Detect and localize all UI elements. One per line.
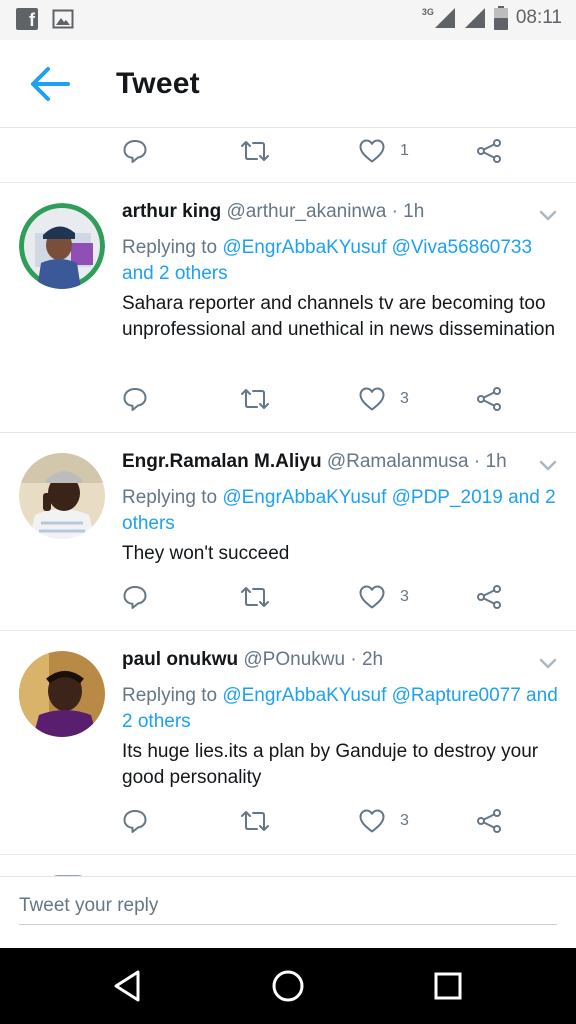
like-count: 3 — [400, 812, 409, 829]
replying-to: Replying to @EngrAbbaKYusuf @Viva5686073… — [122, 235, 562, 287]
app-header: Tweet — [0, 40, 576, 128]
author-name[interactable]: Engr.Ramalan M.Aliyu — [122, 451, 322, 472]
heart-icon — [359, 585, 385, 609]
reply-button[interactable] — [122, 801, 148, 841]
gallery-notification-icon — [52, 9, 74, 29]
replying-to: Replying to @EngrAbbaKYusuf @PDP_2019 an… — [122, 485, 562, 537]
share-button[interactable] — [476, 801, 502, 841]
avatar[interactable] — [19, 453, 105, 539]
like-button[interactable]: 3 — [358, 577, 409, 617]
reply-timeline[interactable]: 1 arthur king @arthur_akaninwa · 1h Repl… — [0, 129, 576, 876]
retweet-button[interactable] — [240, 801, 270, 841]
tweet-actions: 1 — [122, 131, 512, 171]
status-bar: f 3G 08:11 — [0, 0, 576, 40]
share-icon — [477, 585, 501, 609]
tweet-actions: 3 — [122, 577, 512, 617]
share-icon — [477, 139, 501, 163]
share-button[interactable] — [476, 131, 502, 171]
tweet-actions: 3 — [122, 379, 512, 419]
arrow-left-icon — [31, 67, 70, 101]
tweet-actions: 3 — [122, 801, 512, 841]
share-icon — [477, 809, 501, 833]
retweet-icon — [241, 141, 269, 161]
signal-strength-icon — [464, 8, 485, 28]
retweet-icon — [241, 811, 269, 831]
reply-input[interactable] — [19, 893, 557, 925]
chevron-down-icon[interactable] — [538, 657, 558, 671]
tweet-time: · 2h — [350, 649, 384, 670]
like-count: 3 — [400, 390, 409, 407]
replying-to-label: Replying to — [122, 685, 223, 706]
reply-icon — [123, 388, 147, 411]
reply-tweet[interactable]: arthur king @arthur_akaninwa · 1h Replyi… — [0, 182, 576, 432]
author-handle[interactable]: @POnukwu — [243, 649, 345, 670]
tweet-header: Engr.Ramalan M.Aliyu @Ramalanmusa · 1h — [122, 451, 507, 473]
retweet-icon — [241, 389, 269, 409]
page-title: Tweet — [116, 67, 200, 100]
network-type-label: 3G — [421, 7, 434, 17]
tweet-text: Its huge lies.its a plan by Ganduje to d… — [122, 741, 539, 788]
nav-home-icon[interactable] — [268, 966, 308, 1006]
like-count: 3 — [400, 588, 409, 605]
share-icon — [477, 387, 501, 411]
retweet-button[interactable] — [240, 379, 270, 419]
tweet-header: arthur king @arthur_akaninwa · 1h — [122, 201, 424, 223]
nav-back-icon[interactable] — [108, 966, 148, 1006]
reply-tweet[interactable]: paul onukwu @POnukwu · 2h Replying to @E… — [0, 630, 576, 854]
reply-composer — [0, 876, 576, 948]
clock: 08:11 — [515, 7, 562, 28]
reply-tweet-partial[interactable] — [0, 854, 576, 876]
avatar[interactable] — [19, 203, 105, 289]
like-button[interactable]: 3 — [358, 801, 409, 841]
heart-icon — [359, 139, 385, 163]
retweet-button[interactable] — [240, 131, 270, 171]
reply-tweet[interactable]: Engr.Ramalan M.Aliyu @Ramalanmusa · 1h R… — [0, 432, 576, 630]
avatar[interactable] — [19, 651, 105, 737]
replying-to: Replying to @EngrAbbaKYusuf @Rapture0077… — [122, 683, 562, 735]
like-button[interactable]: 1 — [358, 131, 409, 171]
author-name[interactable]: arthur king — [122, 201, 221, 222]
heart-icon — [359, 809, 385, 833]
share-button[interactable] — [476, 577, 502, 617]
author-handle[interactable]: @arthur_akaninwa — [227, 201, 387, 222]
replying-to-label: Replying to — [122, 487, 223, 508]
replying-to-label: Replying to — [122, 237, 223, 258]
share-button[interactable] — [476, 379, 502, 419]
tweet-time: · 1h — [391, 201, 425, 222]
retweet-icon — [241, 587, 269, 607]
tweet-header: paul onukwu @POnukwu · 2h — [122, 649, 383, 671]
reply-button[interactable] — [122, 379, 148, 419]
tweet-text: Sahara reporter and channels tv are beco… — [122, 293, 556, 340]
like-count: 1 — [400, 142, 409, 159]
nav-recents-icon[interactable] — [428, 966, 468, 1006]
system-navigation-bar — [0, 948, 576, 1024]
signal-icon — [434, 8, 455, 28]
chevron-down-icon[interactable] — [538, 459, 558, 473]
facebook-notification-icon: f — [16, 8, 38, 30]
reply-icon — [123, 810, 147, 833]
battery-icon — [493, 6, 508, 30]
chevron-down-icon[interactable] — [538, 209, 558, 223]
retweet-button[interactable] — [240, 577, 270, 617]
reply-icon — [123, 586, 147, 609]
heart-icon — [359, 387, 385, 411]
tweet-text: They won't succeed — [122, 543, 290, 564]
back-button[interactable] — [28, 64, 74, 104]
like-button[interactable]: 3 — [358, 379, 409, 419]
tweet-time: · 1h — [473, 451, 507, 472]
author-name[interactable]: paul onukwu — [122, 649, 238, 670]
author-handle[interactable]: @Ramalanmusa — [327, 451, 469, 472]
reply-button[interactable] — [122, 577, 148, 617]
reply-icon — [123, 140, 147, 163]
reply-button[interactable] — [122, 131, 148, 171]
